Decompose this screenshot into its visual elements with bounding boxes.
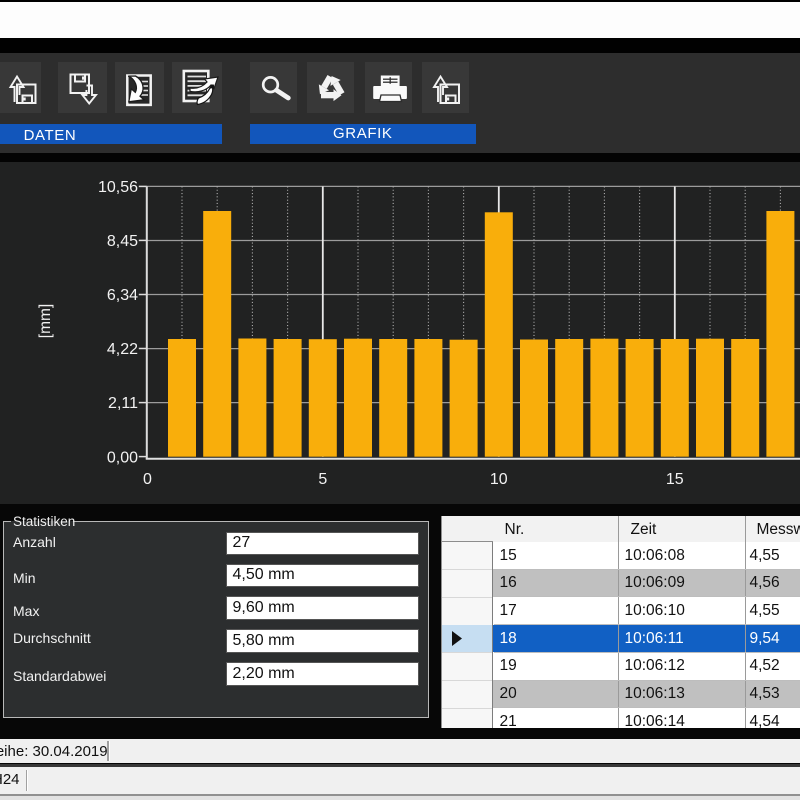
svg-text:5: 5: [318, 471, 327, 488]
svg-text:10: 10: [490, 471, 508, 488]
svg-text:15: 15: [666, 471, 684, 488]
svg-text:4,22: 4,22: [107, 341, 138, 358]
svg-text:0,00: 0,00: [107, 449, 138, 466]
svg-text:8,45: 8,45: [107, 233, 138, 250]
svg-text:10,56: 10,56: [98, 179, 138, 196]
svg-text:2,11: 2,11: [108, 395, 138, 412]
svg-text:0: 0: [143, 471, 152, 488]
svg-text:[mm]: [mm]: [37, 304, 54, 338]
svg-text:6,34: 6,34: [107, 287, 138, 304]
